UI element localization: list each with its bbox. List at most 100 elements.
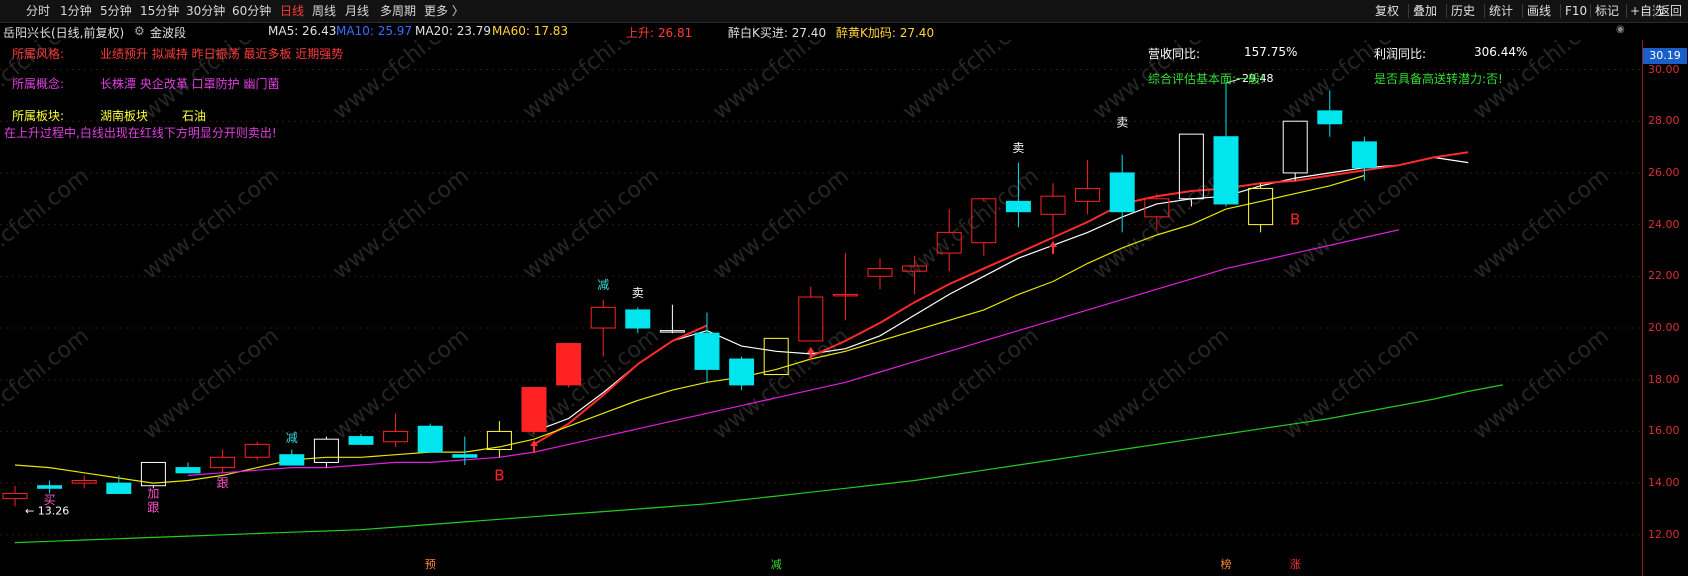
tab-1min[interactable]: 1分钟: [60, 3, 92, 19]
overlay-button[interactable]: 叠加: [1413, 3, 1437, 19]
candle-body: [2, 492, 28, 500]
statistics-button[interactable]: 统计: [1489, 3, 1513, 19]
candle-body: [244, 443, 270, 458]
watermark-layer: www.cfchi.com www.cfchi.com www.cfchi.com w…: [0, 40, 1614, 445]
candle-body: [521, 386, 547, 432]
price-tick-label: 28.00: [1648, 114, 1680, 128]
candle-body: [1213, 136, 1239, 205]
low-price-label: ← 13.26: [25, 504, 69, 517]
watermark-text: www.cfchi.com: [898, 323, 1043, 444]
price-tick-label: 14.00: [1648, 476, 1680, 490]
candle-body: [1109, 172, 1135, 213]
candle: [590, 299, 616, 357]
watermark-text: www.cfchi.com: [898, 40, 1043, 125]
candle: [106, 475, 132, 494]
revenue-yoy-value: 157.75%: [1244, 45, 1298, 59]
tab-60min[interactable]: 60分钟: [232, 3, 271, 19]
price-tick-label: 30.00: [1648, 62, 1680, 76]
revenue-yoy-label: 营收同比:: [1148, 47, 1201, 61]
ma60-value: MA60: 17.83: [492, 24, 569, 38]
tab-multi-period[interactable]: 多周期: [380, 3, 416, 19]
tab-30min[interactable]: 30分钟: [186, 3, 225, 19]
draw-line-button[interactable]: 画线: [1527, 3, 1551, 19]
candle-body: [417, 425, 443, 453]
signal-label: 卖: [1116, 115, 1128, 129]
signal-label: 跟: [147, 501, 159, 515]
candle-body: [313, 438, 339, 463]
panel-options-icon[interactable]: ◉: [1616, 24, 1625, 35]
tab-5min[interactable]: 5分钟: [100, 3, 132, 19]
ma10-value: MA10: 25.97: [336, 24, 413, 38]
stock-title: 岳阳兴长(日线,前复权): [3, 26, 125, 40]
back-button[interactable]: 返回: [1658, 3, 1682, 19]
watermark-text: www.cfchi.com: [0, 323, 94, 444]
tab-more[interactable]: 更多 〉: [424, 3, 464, 19]
sector-tags-2: 石油: [182, 109, 207, 123]
style-label: 所属风格:: [12, 47, 65, 61]
watermark-text: www.cfchi.com: [708, 163, 853, 284]
bonus-share-potential: 是否具备高送转潜力:否!: [1374, 72, 1503, 86]
watermark-text: www.cfchi.com: [328, 40, 473, 125]
price-tick-label: 12.00: [1648, 527, 1680, 541]
tab-monthly[interactable]: 月线: [345, 3, 369, 19]
candle: [867, 258, 893, 290]
candle: [279, 449, 305, 466]
signal-label: B: [494, 467, 504, 485]
candlestick-chart[interactable]: www.cfchi.com www.cfchi.com www.cfchi.com w…: [0, 40, 1642, 576]
restore-rights-button[interactable]: 复权: [1375, 3, 1399, 19]
candle-body: [590, 306, 616, 329]
f10-button[interactable]: F10: [1565, 3, 1587, 19]
watermark-text: www.cfchi.com: [898, 163, 1043, 284]
signal-label: 跟: [217, 476, 229, 490]
candle-body: [729, 358, 755, 386]
trend-value: 上升: 26.81: [626, 26, 693, 40]
candle: [832, 253, 858, 321]
sell-alert: 在上升过程中,白线出现在红线下方明显分开则卖出!: [4, 126, 277, 140]
ma5-value: MA5: 26.43: [268, 24, 337, 38]
event-marker: 减: [771, 558, 782, 571]
price-tick-label: 20.00: [1648, 321, 1680, 335]
candle-body: [1282, 120, 1308, 174]
ma20-value: MA20: 23.79: [415, 24, 492, 38]
watermark-text: www.cfchi.com: [1088, 323, 1233, 444]
history-button[interactable]: 历史: [1451, 3, 1475, 19]
candle: [1213, 82, 1239, 207]
watermark-text: www.cfchi.com: [708, 40, 853, 125]
candle-body: [210, 456, 236, 469]
tab-15min[interactable]: 15分钟: [140, 3, 179, 19]
tab-minute[interactable]: 分时: [26, 3, 50, 19]
candle: [1075, 159, 1101, 215]
candle-body: [71, 480, 97, 484]
candle-body: [1317, 110, 1343, 125]
indicator-info-bar: 岳阳兴长(日线,前复权) ⚙ 金波段 MA5: 26.43 MA10: 25.9…: [0, 22, 1688, 40]
signal-label: 减: [597, 278, 609, 292]
candle-body: [279, 454, 305, 466]
settings-gear-icon[interactable]: ⚙: [134, 24, 145, 38]
candle-body: [867, 268, 893, 277]
watermark-text: www.cfchi.com: [138, 163, 283, 284]
candle: [729, 356, 755, 391]
candle-body: [694, 332, 720, 370]
candle-body: [625, 309, 651, 329]
signal-label: 加: [147, 486, 159, 500]
candle-body: [37, 485, 63, 489]
price-tick-label: 24.00: [1648, 217, 1680, 231]
signal-label: 卖: [632, 286, 644, 300]
candle: [556, 343, 582, 388]
event-marker: 涨: [1290, 558, 1301, 571]
candle: [1282, 120, 1308, 181]
candle: [175, 462, 201, 474]
candle: [313, 436, 339, 468]
watermark-text: www.cfchi.com: [328, 323, 473, 444]
period-toolbar: 分时 1分钟 5分钟 15分钟 30分钟 60分钟 日线 周线 月线 多周期 更…: [0, 0, 1688, 23]
mark-button[interactable]: 标记: [1595, 3, 1619, 19]
tab-weekly[interactable]: 周线: [312, 3, 336, 19]
candle: [798, 286, 824, 342]
candle: [486, 421, 512, 458]
watermark-text: www.cfchi.com: [138, 323, 283, 444]
indicator-name[interactable]: 金波段: [150, 24, 186, 41]
tab-daily[interactable]: 日线: [280, 3, 304, 19]
white-k-buy-value: 醉白K买进: 27.40: [728, 26, 827, 40]
event-marker: 预: [425, 558, 436, 571]
candle-body: [383, 430, 409, 443]
